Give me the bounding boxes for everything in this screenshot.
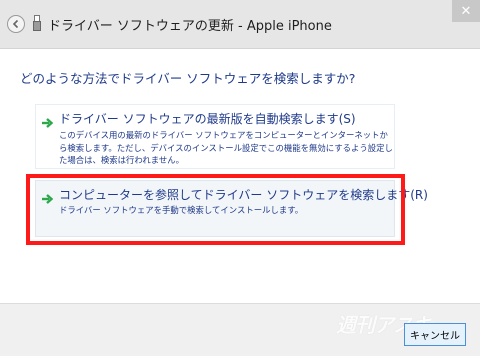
green-arrow-icon	[41, 114, 54, 128]
back-arrow-icon[interactable]	[7, 15, 25, 33]
window-title: ドライバー ソフトウェアの更新 - Apple iPhone	[48, 19, 332, 34]
page-question: どのような方法でドライバー ソフトウェアを検索しますか?	[20, 71, 356, 86]
red-highlight-box	[26, 174, 405, 245]
option-auto-search-description: このデバイス用の最新のドライバー ソフトウェアをコンピューターとインターネットか…	[59, 130, 393, 165]
close-button[interactable]: ✕	[452, 0, 480, 22]
title-bar: ドライバー ソフトウェアの更新 - Apple iPhone ✕	[0, 0, 480, 49]
usb-device-icon	[33, 15, 41, 31]
footer-bar: 週刊アスキー キャンセル	[0, 303, 480, 356]
option-auto-search[interactable]: ドライバー ソフトウェアの最新版を自動検索します(S) このデバイス用の最新のド…	[35, 104, 395, 169]
option-auto-search-title: ドライバー ソフトウェアの最新版を自動検索します(S)	[59, 112, 356, 126]
cancel-button[interactable]: キャンセル	[404, 323, 466, 346]
